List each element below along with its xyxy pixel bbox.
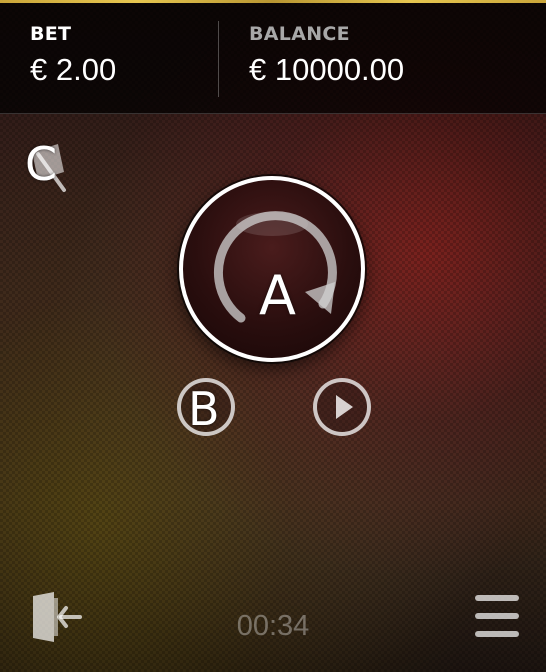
spin-button[interactable]: A	[179, 176, 365, 362]
play-button[interactable]	[313, 378, 371, 436]
header-bar: BET € 2.00 BALANCE € 10000.00	[0, 3, 546, 114]
balance-label: BALANCE	[249, 23, 350, 45]
balance-display: BALANCE € 10000.00	[249, 23, 404, 88]
play-icon	[336, 395, 353, 419]
header-divider	[218, 21, 219, 97]
bet-display[interactable]: BET € 2.00	[30, 23, 116, 88]
hamburger-menu-icon	[475, 595, 519, 637]
corner-label: C	[25, 137, 58, 191]
corner-flag-button[interactable]: C	[24, 138, 74, 194]
secondary-label: B	[188, 382, 220, 436]
bet-label: BET	[30, 23, 72, 45]
bet-value: € 2.00	[30, 52, 117, 87]
balance-value: € 10000.00	[249, 52, 405, 87]
session-timer: 00:34	[236, 610, 310, 642]
spin-label: A	[259, 264, 296, 327]
menu-button[interactable]	[474, 594, 520, 638]
secondary-button[interactable]: B	[177, 378, 235, 436]
